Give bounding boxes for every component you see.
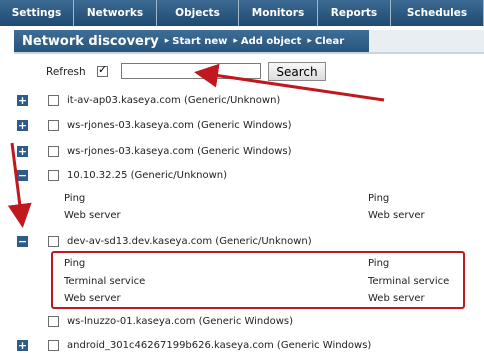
- host-label: android_301c46267199b626.kaseya.com (Gen…: [67, 340, 372, 351]
- host-label: ws-rjones-03.kaseya.com (Generic Windows…: [67, 146, 292, 157]
- highlight-box: [51, 251, 465, 309]
- host-checkbox[interactable]: [48, 146, 59, 157]
- arrow-right-icon: ▸: [164, 36, 170, 46]
- search-input[interactable]: [121, 63, 261, 79]
- tab-objects[interactable]: Objects: [157, 0, 239, 26]
- host-checkbox[interactable]: [48, 120, 59, 131]
- tab-schedules[interactable]: Schedules: [391, 0, 484, 26]
- page-header: Network discovery ▸ Start new ▸ Add obje…: [14, 30, 369, 52]
- collapse-icon[interactable]: −: [17, 236, 28, 247]
- host-checkbox[interactable]: [48, 95, 59, 106]
- host-checkbox[interactable]: [48, 236, 59, 247]
- service-label: Ping: [64, 193, 86, 204]
- host-label: 10.10.32.25 (Generic/Unknown): [67, 170, 227, 181]
- host-label: it-av-ap03.kaseya.com (Generic/Unknown): [67, 95, 281, 106]
- expand-icon[interactable]: +: [17, 340, 28, 351]
- host-checkbox[interactable]: [48, 316, 59, 327]
- host-label: ws-rjones-03.kaseya.com (Generic Windows…: [67, 120, 292, 131]
- collapse-icon[interactable]: −: [17, 170, 28, 181]
- service-label: Ping: [368, 193, 390, 204]
- expand-icon[interactable]: +: [17, 146, 28, 157]
- arrow-right-icon: ▸: [307, 36, 312, 46]
- arrow-right-icon: ▸: [233, 36, 238, 46]
- header-extension: [369, 30, 484, 52]
- tab-settings[interactable]: Settings: [0, 0, 74, 26]
- tab-reports[interactable]: Reports: [318, 0, 391, 26]
- search-button[interactable]: Search: [268, 62, 326, 81]
- host-label: dev-av-sd13.dev.kaseya.com (Generic/Unkn…: [67, 236, 312, 247]
- top-nav: Settings Networks Objects Monitors Repor…: [0, 0, 484, 26]
- refresh-checkbox[interactable]: [97, 63, 108, 77]
- start-new-link[interactable]: Start new: [172, 36, 227, 47]
- add-object-link[interactable]: Add object: [241, 36, 301, 47]
- service-label: Web server: [64, 210, 121, 221]
- header-divider: [14, 52, 484, 54]
- refresh-label: Refresh: [46, 66, 86, 78]
- tab-monitors[interactable]: Monitors: [239, 0, 318, 26]
- host-checkbox[interactable]: [48, 340, 59, 351]
- tab-networks[interactable]: Networks: [74, 0, 157, 26]
- host-checkbox[interactable]: [48, 170, 59, 181]
- service-label: Web server: [368, 210, 425, 221]
- page-title: Network discovery: [22, 33, 159, 49]
- expand-icon[interactable]: +: [17, 120, 28, 131]
- clear-link[interactable]: Clear: [315, 36, 344, 47]
- host-label: ws-lnuzzo-01.kaseya.com (Generic Windows…: [67, 316, 294, 327]
- expand-icon[interactable]: +: [17, 95, 28, 106]
